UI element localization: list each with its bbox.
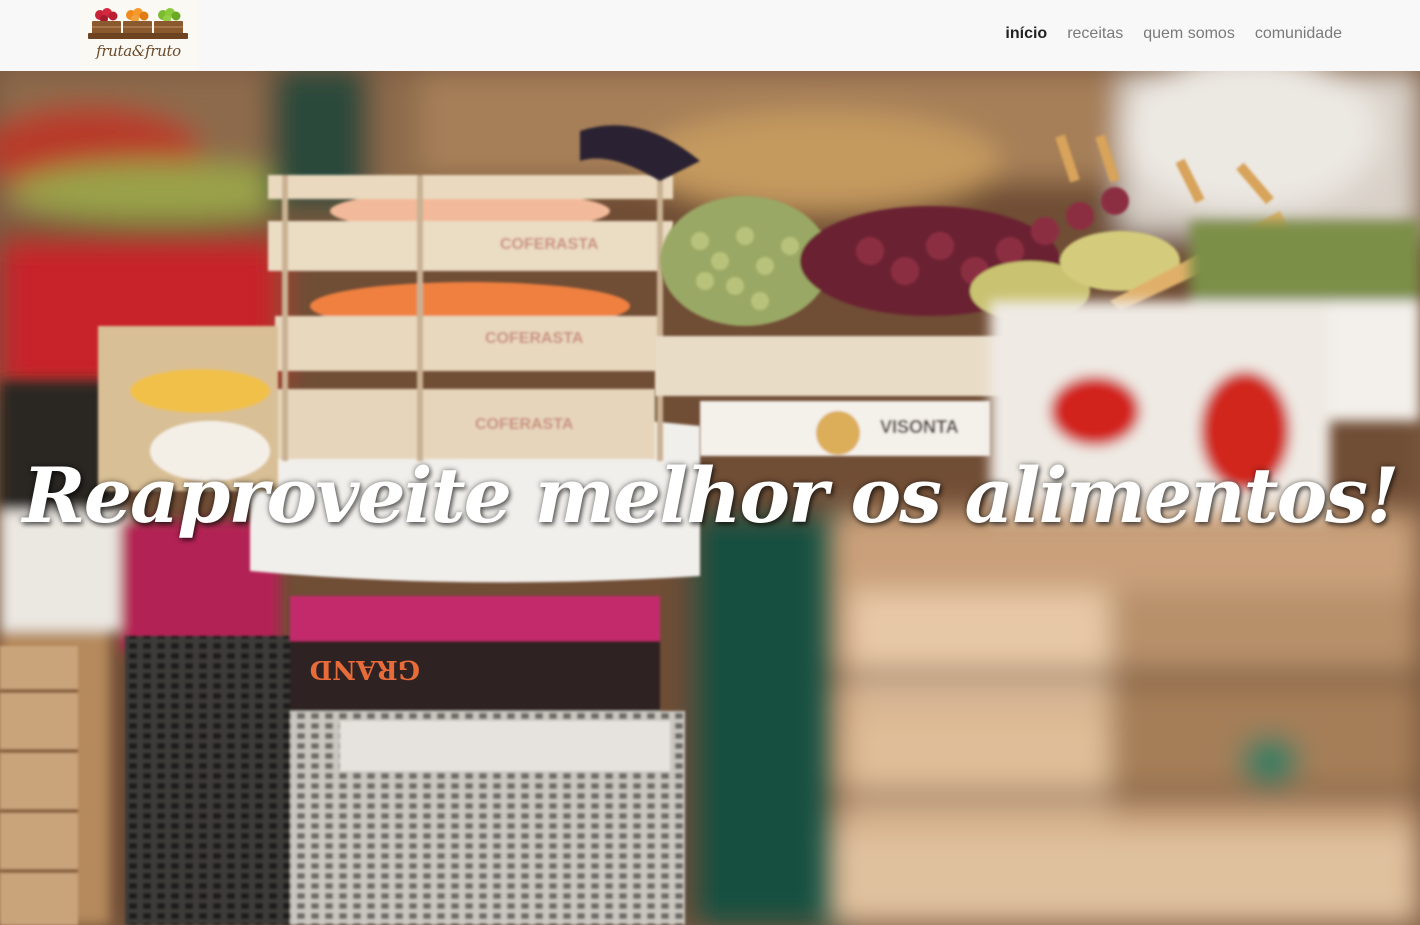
nav-link-comunidade[interactable]: comunidade bbox=[1255, 23, 1342, 45]
crate-label: COFERASTA bbox=[485, 330, 584, 347]
crate-label: COFERASTA bbox=[500, 236, 599, 253]
nav-link-inicio[interactable]: início bbox=[1005, 23, 1047, 45]
main-nav: início receitas quem somos comunidade bbox=[1005, 23, 1342, 45]
fruit-crate-icon bbox=[88, 8, 188, 39]
crate-label: COFERASTA bbox=[475, 416, 574, 433]
crate-label: GRAND bbox=[310, 654, 420, 684]
brand-logo[interactable]: fruta&fruto bbox=[80, 0, 197, 70]
navbar: fruta&fruto início receitas quem somos c… bbox=[0, 0, 1420, 71]
crate-label: VISONTA bbox=[880, 417, 959, 437]
hero-banner: COFERASTA COFERASTA COFERASTA VISONTA GR… bbox=[0, 71, 1420, 925]
hero-title: Reaproveite melhor os alimentos! bbox=[22, 451, 1400, 540]
nav-link-quem-somos[interactable]: quem somos bbox=[1143, 23, 1235, 45]
nav-link-receitas[interactable]: receitas bbox=[1067, 23, 1123, 45]
brand-name: fruta&fruto bbox=[96, 42, 181, 60]
